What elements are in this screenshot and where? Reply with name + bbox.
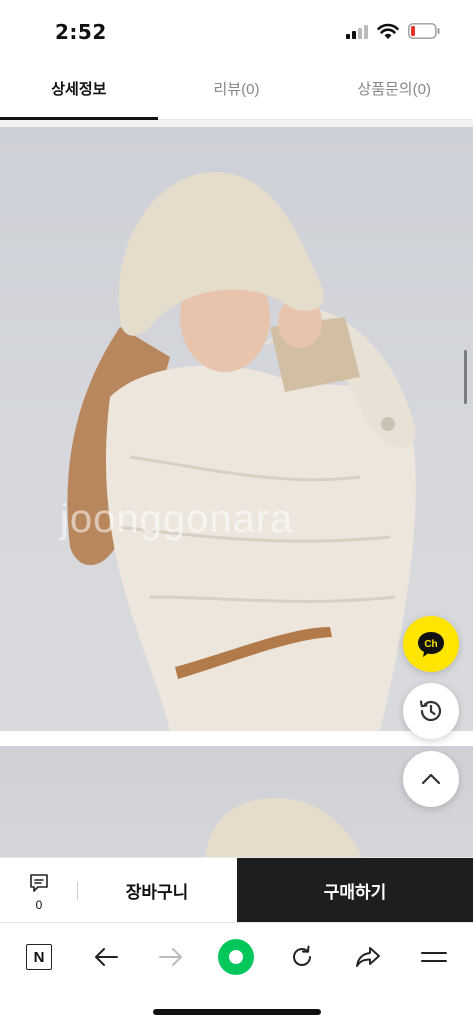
- naver-home-button[interactable]: N: [19, 937, 59, 977]
- chat-icon: Ch: [418, 632, 444, 657]
- product-image: joonggonara: [0, 127, 473, 731]
- home-indicator: [153, 1009, 321, 1015]
- naver-label: N: [33, 948, 45, 966]
- detail-tabs: 상세정보 리뷰(0) 상품문의(0): [0, 58, 473, 120]
- tab-divider: [0, 120, 473, 127]
- green-dot-button[interactable]: [216, 937, 256, 977]
- recent-history-button[interactable]: [403, 683, 459, 739]
- menu-icon: [421, 952, 447, 962]
- chat-label: Ch: [424, 639, 437, 650]
- buy-now-button[interactable]: 구매하기: [237, 858, 473, 923]
- scroll-indicator[interactable]: [464, 350, 467, 404]
- status-bar: 2:52: [0, 0, 473, 58]
- purchase-bar: 0 장바구니 구매하기: [0, 857, 473, 923]
- menu-button[interactable]: [414, 937, 454, 977]
- product-image-2: [0, 746, 473, 857]
- review-count: 0: [35, 898, 43, 912]
- refresh-button[interactable]: [282, 937, 322, 977]
- battery-icon: [408, 23, 440, 39]
- kakao-chat-button[interactable]: Ch: [403, 616, 459, 672]
- share-icon: [356, 947, 380, 967]
- wifi-icon: [377, 23, 399, 39]
- share-button[interactable]: [348, 937, 388, 977]
- naver-icon: N: [26, 944, 52, 970]
- chevron-up-icon: [421, 773, 441, 785]
- browser-toolbar: N: [0, 922, 473, 1024]
- refresh-icon: [293, 945, 311, 966]
- add-to-cart-button[interactable]: 장바구니: [78, 858, 236, 923]
- tab-details[interactable]: 상세정보: [0, 58, 158, 120]
- signal-icon: [346, 25, 370, 39]
- comment-icon: [30, 874, 48, 892]
- product-photo-illustration: [67, 172, 416, 731]
- tab-reviews[interactable]: 리뷰(0): [158, 58, 316, 119]
- scroll-top-button[interactable]: [403, 751, 459, 807]
- back-arrow-icon: [95, 948, 118, 966]
- review-button[interactable]: 0: [16, 870, 62, 914]
- forward-button[interactable]: [151, 937, 191, 977]
- status-time: 2:52: [55, 20, 107, 44]
- watermark: joonggonara: [60, 497, 294, 541]
- back-button[interactable]: [86, 937, 126, 977]
- forward-arrow-icon: [159, 948, 182, 966]
- history-icon: [419, 700, 442, 722]
- product-photo-illustration-2: [205, 798, 362, 857]
- image-separator: [0, 731, 473, 746]
- tab-inquiries[interactable]: 상품문의(0): [315, 58, 473, 119]
- green-dot-icon: [218, 939, 254, 975]
